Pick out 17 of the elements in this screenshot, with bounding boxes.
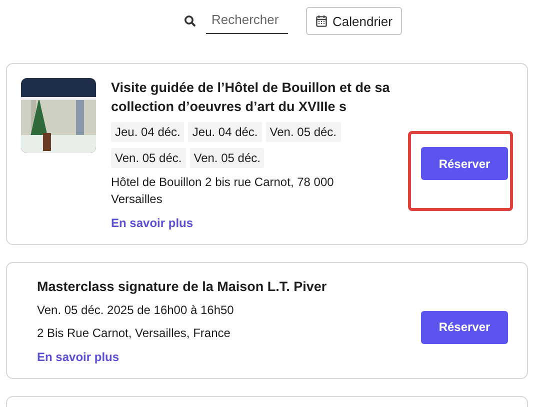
reserve-button[interactable]: Réserver	[421, 310, 508, 344]
event-address: 2 Bis Rue Carnot, Versailles, France	[37, 325, 232, 342]
date-chip[interactable]: Ven. 05 déc.	[111, 148, 186, 168]
calendar-icon	[316, 15, 326, 27]
date-chip[interactable]: Ven. 05 déc.	[266, 122, 341, 142]
event-date: Ven. 05 déc. 2025 de 16h00 à 16h50	[37, 302, 235, 319]
search-icon	[184, 15, 196, 27]
event-title: Masterclass signature de la Maison L.T. Piver	[37, 278, 328, 296]
date-chip[interactable]: Jeu. 04 déc.	[188, 122, 262, 142]
calendar-button[interactable]: Calendrier	[306, 7, 402, 35]
event-address: Hôtel de Bouillon 2 bis rue Carnot, 78 000 Versailles	[111, 174, 335, 208]
event-title: Visite guidée de l’Hôtel de Bouillon et de sa collection d’oeuvres d’art du XVIIIe s	[111, 79, 391, 116]
date-chip[interactable]: Jeu. 04 déc.	[111, 122, 184, 142]
date-chip[interactable]: Ven. 05 déc.	[190, 148, 264, 168]
reserve-button[interactable]: Réserver	[421, 147, 508, 180]
more-info-link[interactable]: En savoir plus	[37, 350, 408, 364]
more-info-link[interactable]: En savoir plus	[111, 216, 408, 230]
